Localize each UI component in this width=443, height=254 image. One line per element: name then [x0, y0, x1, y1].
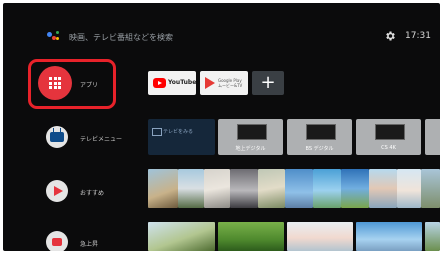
recommended-thumbnail[interactable] [341, 169, 369, 208]
tv-menu-icon[interactable] [46, 126, 68, 148]
recommended-label: おすすめ [80, 190, 105, 197]
trending-thumbnail[interactable] [425, 222, 440, 251]
source-tile-cs[interactable]: CS 4K [356, 119, 421, 155]
recommended-thumbnail[interactable] [204, 169, 230, 208]
recommended-thumbnail[interactable] [148, 169, 178, 208]
tv-input-icon [152, 128, 162, 136]
watch-tv-tile[interactable]: テレビをみる [148, 119, 215, 155]
recommended-thumbnail[interactable] [421, 169, 440, 208]
monitor-icon [305, 124, 336, 140]
source-tile-bs[interactable]: BS デジタル [287, 119, 352, 155]
google-assistant-icon[interactable] [47, 30, 61, 42]
google-play-icon [205, 77, 215, 89]
trending-icon[interactable] [46, 231, 68, 251]
tv-icon [50, 132, 64, 142]
trending-thumbnail[interactable] [148, 222, 215, 251]
recommended-thumbnail[interactable] [397, 169, 421, 208]
source-label: CS 4K [381, 145, 396, 151]
tv-home-screen: 映画、テレビ番組などを検索 17:31 アプリ YouTube Google P… [3, 3, 440, 251]
recommended-thumbnail[interactable] [313, 169, 341, 208]
recommended-thumbnail[interactable] [230, 169, 258, 208]
gear-icon[interactable] [384, 30, 396, 42]
tv-menu-label: テレビメニュー [80, 136, 123, 143]
recommended-icon[interactable] [46, 180, 68, 202]
play-icon [54, 186, 63, 196]
youtube-logo-icon [153, 78, 166, 88]
clock: 17:31 [405, 31, 431, 41]
monitor-icon [236, 124, 267, 140]
trending-thumbnail[interactable] [218, 222, 284, 251]
top-bar: 映画、テレビ番組などを検索 17:31 [3, 3, 440, 47]
source-label: 地上デジタル [235, 146, 266, 152]
google-play-tile[interactable]: Google Play ムービー&TV [200, 71, 248, 95]
source-tile-more[interactable] [425, 119, 440, 155]
recommended-thumbnail[interactable] [369, 169, 397, 208]
monitor-icon [374, 124, 405, 140]
recommended-thumbnail[interactable] [178, 169, 204, 208]
trending-thumbnail[interactable] [356, 222, 422, 251]
google-play-label: Google Play ムービー&TV [218, 78, 243, 88]
youtube-label: YouTube [168, 79, 197, 86]
watch-tv-label: テレビをみる [163, 129, 194, 135]
source-tile-terrestrial[interactable]: 地上デジタル [218, 119, 283, 155]
search-hint[interactable]: 映画、テレビ番組などを検索 [69, 32, 173, 43]
trending-thumbnail[interactable] [287, 222, 353, 251]
source-label: BS デジタル [305, 146, 334, 152]
recommended-thumbnail[interactable] [285, 169, 313, 208]
youtube-tile[interactable]: YouTube [148, 71, 196, 95]
video-icon [52, 238, 62, 246]
recommended-thumbnail[interactable] [258, 169, 285, 208]
trending-label: 急上昇 [80, 241, 99, 248]
apps-highlight-frame [28, 59, 116, 109]
add-app-button[interactable]: + [252, 71, 284, 95]
